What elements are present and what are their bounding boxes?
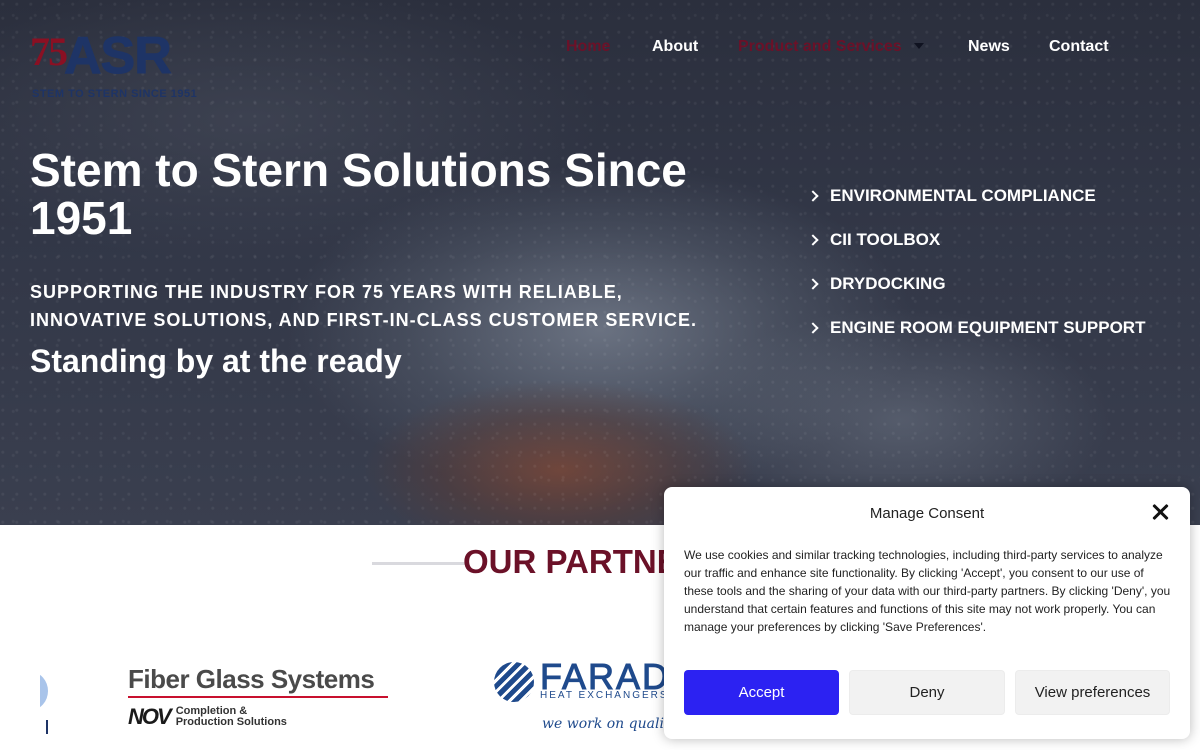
link-label: DRYDOCKING <box>830 274 946 293</box>
faraday-globe-icon <box>494 662 534 702</box>
link-environmental-compliance[interactable]: ENVIRONMENTAL COMPLIANCE <box>807 186 1145 206</box>
hero-ready-heading: Standing by at the ready <box>30 343 402 379</box>
view-preferences-button[interactable]: View preferences <box>1015 670 1170 715</box>
hero-subtitle: SUPPORTING THE INDUSTRY FOR 75 YEARS WIT… <box>30 282 698 330</box>
partner-logo-faraday[interactable]: FARADAY HEAT EXCHANGERS we work on quali… <box>494 660 674 746</box>
link-label: ENVIRONMENTAL COMPLIANCE <box>830 186 1096 205</box>
nov-logo: NOV <box>128 704 172 729</box>
fgs-subtitle: Completion & Production Solutions <box>176 706 287 728</box>
chevron-right-icon <box>807 190 819 202</box>
fgs-subtitle-line2: Production Solutions <box>175 716 287 728</box>
nav-home[interactable]: Home <box>566 38 610 56</box>
nav-news[interactable]: News <box>968 38 1010 56</box>
chevron-right-icon <box>807 278 819 290</box>
consent-title: Manage Consent <box>869 505 985 522</box>
chevron-right-icon <box>807 234 819 246</box>
link-engine-room-support[interactable]: ENGINE ROOM EQUIPMENT SUPPORT <box>807 318 1146 338</box>
nav-about[interactable]: About <box>652 38 698 56</box>
chevron-right-icon <box>807 322 819 334</box>
accept-button[interactable]: Accept <box>684 670 839 715</box>
partners-divider <box>372 562 468 565</box>
close-icon[interactable] <box>1152 503 1170 521</box>
consent-dialog: Manage Consent We use cookies and simila… <box>664 487 1190 739</box>
logo-tagline: STEM TO STERN SINCE 1951 <box>32 88 198 100</box>
nav-contact[interactable]: Contact <box>1049 38 1109 56</box>
deny-button[interactable]: Deny <box>849 670 1005 715</box>
service-links: ENVIRONMENTAL COMPLIANCE CII TOOLBOX DRY… <box>807 186 1146 362</box>
fgs-rule <box>128 696 388 698</box>
partner-logo-partial <box>40 672 48 710</box>
hero-title: Stem to Stern Solutions Since 1951 <box>30 144 687 244</box>
fgs-name: Fiber Glass Systems <box>128 664 375 694</box>
link-drydocking[interactable]: DRYDOCKING <box>807 274 1145 294</box>
link-label: ENGINE ROOM EQUIPMENT SUPPORT <box>830 318 1146 337</box>
chevron-down-icon <box>913 42 924 49</box>
nav-products-label: Product and Services <box>738 38 902 55</box>
faraday-tagline: we work on quality <box>542 716 674 732</box>
faraday-subtitle: HEAT EXCHANGERS <box>540 690 669 701</box>
link-label: CII TOOLBOX <box>830 230 941 249</box>
link-cii-toolbox[interactable]: CII TOOLBOX <box>807 230 1145 250</box>
nav-products[interactable]: Product and Services <box>738 38 924 56</box>
partner-logo-fiber-glass-systems[interactable]: Fiber Glass Systems NOV Completion & Pro… <box>128 664 390 734</box>
main-nav: Home About Product and Services News Con… <box>0 38 1200 58</box>
consent-body: We use cookies and similar tracking tech… <box>684 548 1171 634</box>
partner-logo-partial-mark <box>46 720 48 734</box>
